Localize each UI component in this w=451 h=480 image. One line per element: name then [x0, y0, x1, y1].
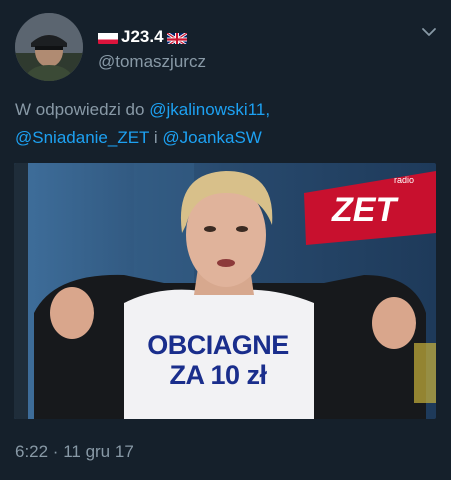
tweet-timestamp[interactable]: 6:22 · 11 gru 17	[15, 442, 134, 462]
display-name-row[interactable]: J23.4	[98, 26, 187, 48]
reply-conjunction: i	[153, 128, 158, 147]
zet-logo: ZET	[331, 191, 399, 229]
tweet: J23.4 @tomaszjurcz W odpowiedzi do @jkal…	[0, 0, 451, 480]
mention-separator: ,	[265, 100, 271, 119]
user-handle[interactable]: @tomaszjurcz	[98, 52, 206, 72]
mention-link[interactable]: @jkalinowski11	[149, 100, 265, 119]
poland-flag-icon	[98, 31, 118, 44]
reply-prefix: W odpowiedzi do	[15, 100, 145, 119]
chevron-down-icon[interactable]	[421, 26, 437, 38]
uk-flag-icon	[166, 31, 187, 44]
reply-context: W odpowiedzi do @jkalinowski11, @Sniadan…	[15, 96, 440, 152]
display-name: J23.4	[121, 27, 164, 46]
shirt-caption-line: ZA 10 zł	[169, 360, 267, 390]
zet-small-label: radio	[394, 175, 414, 185]
mention-link[interactable]: @JoankaSW	[162, 128, 261, 147]
mention-link[interactable]: @Sniadanie_ZET	[15, 128, 149, 147]
shirt-caption-line: OBCIAGNE	[147, 330, 289, 360]
avatar[interactable]	[15, 13, 83, 81]
avatar-image	[15, 13, 83, 81]
shirt-caption: OBCIAGNE ZA 10 zł	[138, 330, 298, 390]
